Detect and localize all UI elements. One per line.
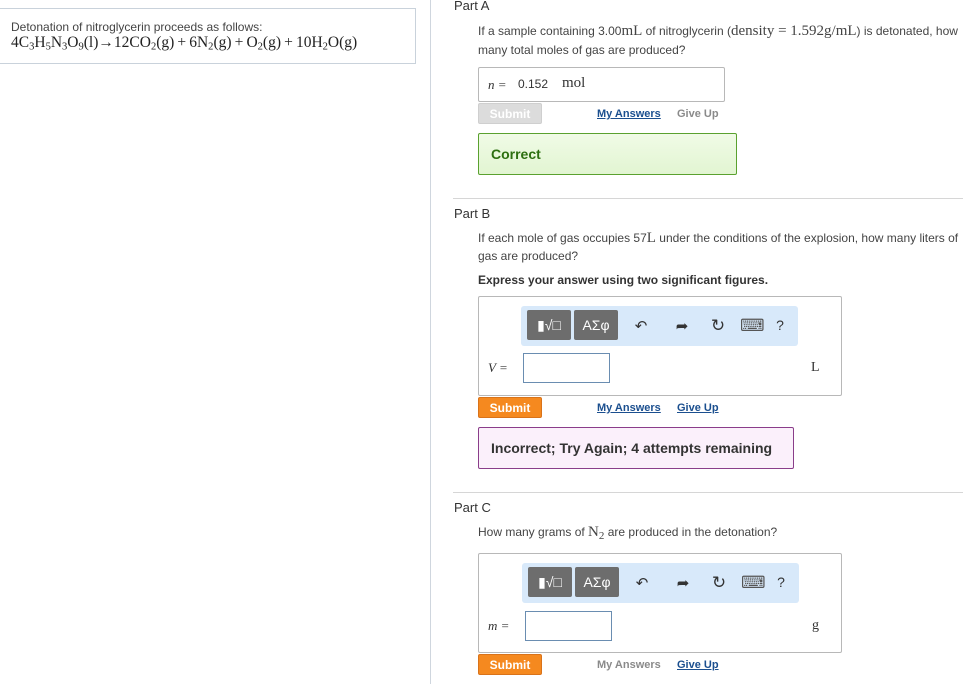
part-c-unit: g	[812, 618, 819, 633]
eq-part: 4C	[11, 34, 30, 51]
left-pane	[0, 0, 431, 684]
feedback-text: Incorrect; Try Again; 4 attempts remaini…	[491, 440, 773, 456]
q-unit: mL	[621, 23, 643, 39]
part-b-var-label: V =	[488, 360, 508, 375]
q-text: ) is detonated, how	[856, 24, 958, 38]
help-icon[interactable]: ?	[774, 574, 788, 590]
q-unit: L	[646, 230, 656, 246]
part-a-title: Part A	[454, 0, 490, 13]
greek-symbols-button[interactable]: ΑΣφ	[574, 310, 618, 340]
undo-icon[interactable]: ↶	[631, 317, 651, 335]
eq-part: H	[34, 34, 46, 51]
keyboard-icon[interactable]: ⌨	[741, 573, 766, 593]
part-c-my-answers: My Answers	[597, 659, 661, 671]
part-b-question-line1: If each mole of gas occupies 57L under t…	[478, 229, 958, 247]
templates-button[interactable]: ▮√□	[527, 310, 571, 340]
q-text: If each mole of gas occupies 57	[478, 231, 647, 245]
eq-part: (g) + 10H	[262, 34, 323, 51]
q-chem: N	[588, 524, 599, 540]
part-a-question-line1: If a sample containing 3.00mL of nitrogl…	[478, 22, 958, 40]
part-c-equation-toolbar: ▮√□ ΑΣφ ↶ ➦ ↻ ⌨ ?	[522, 563, 799, 603]
part-a-answer-value[interactable]: 0.152	[518, 77, 548, 91]
q-text: If a sample containing 3.00	[478, 24, 622, 38]
greek-symbols-button[interactable]: ΑΣφ	[575, 567, 619, 597]
keyboard-icon[interactable]: ⌨	[740, 316, 765, 336]
eq-part: (g) + 6N	[156, 34, 209, 51]
q-density: density = 1.592g/mL	[730, 23, 857, 39]
part-c-give-up-link[interactable]: Give Up	[677, 659, 719, 671]
part-a-submit-button[interactable]: Submit	[478, 103, 542, 124]
divider	[453, 492, 963, 493]
part-b-feedback: Incorrect; Try Again; 4 attempts remaini…	[478, 427, 794, 469]
eq-part: O	[67, 34, 79, 51]
part-c-submit-button[interactable]: Submit	[478, 654, 542, 675]
part-b-unit: L	[811, 360, 820, 375]
part-b-give-up-link[interactable]: Give Up	[677, 402, 719, 414]
part-a-question-line2: many total moles of gas are produced?	[478, 43, 686, 57]
reset-icon[interactable]: ↻	[708, 573, 730, 593]
part-b-title: Part B	[454, 206, 491, 221]
redo-icon[interactable]: ➦	[673, 574, 693, 592]
part-c-var-label: m =	[488, 618, 510, 633]
part-c-answer-input[interactable]	[525, 611, 612, 641]
q-text: of nitroglycerin (	[642, 24, 731, 38]
part-c-question: How many grams of N2 are produced in the…	[478, 523, 777, 545]
q-text: are produced in the detonation?	[604, 525, 778, 539]
eq-part: N	[50, 34, 63, 51]
part-b-equation-toolbar: ▮√□ ΑΣφ ↶ ➦ ↻ ⌨ ?	[521, 306, 798, 346]
divider	[453, 198, 963, 199]
reaction-equation: 4C3H5N3O9(l)→12CO2(g) + 6N2(g) + O2(g) +…	[11, 34, 357, 53]
part-a-give-up: Give Up	[677, 108, 719, 120]
help-icon[interactable]: ?	[773, 317, 787, 333]
part-c-title: Part C	[454, 500, 491, 515]
part-b-submit-button[interactable]: Submit	[478, 397, 542, 418]
part-b-instructions: Express your answer using two significan…	[478, 273, 769, 287]
q-text: under the conditions of the explosion, h…	[655, 231, 959, 245]
part-b-question-line2: gas are produced?	[478, 249, 579, 263]
reset-icon[interactable]: ↻	[707, 316, 729, 336]
part-a-answer-box	[478, 67, 725, 102]
templates-button[interactable]: ▮√□	[528, 567, 572, 597]
eq-part: O(g)	[327, 34, 358, 51]
eq-part: (g) + O	[213, 34, 258, 51]
eq-part: (l)→12CO	[83, 34, 151, 51]
part-b-my-answers-link[interactable]: My Answers	[597, 402, 661, 414]
redo-icon[interactable]: ➦	[672, 317, 692, 335]
part-a-my-answers-link[interactable]: My Answers	[597, 108, 661, 120]
q-text: How many grams of	[478, 525, 589, 539]
undo-icon[interactable]: ↶	[632, 574, 652, 592]
feedback-text: Correct	[491, 146, 541, 162]
part-a-unit: mol	[562, 75, 586, 91]
part-b-answer-input[interactable]	[523, 353, 610, 383]
part-a-var-label: n =	[488, 77, 507, 92]
intro-text: Detonation of nitroglycerin proceeds as …	[11, 20, 263, 34]
part-a-feedback: Correct	[478, 133, 737, 175]
